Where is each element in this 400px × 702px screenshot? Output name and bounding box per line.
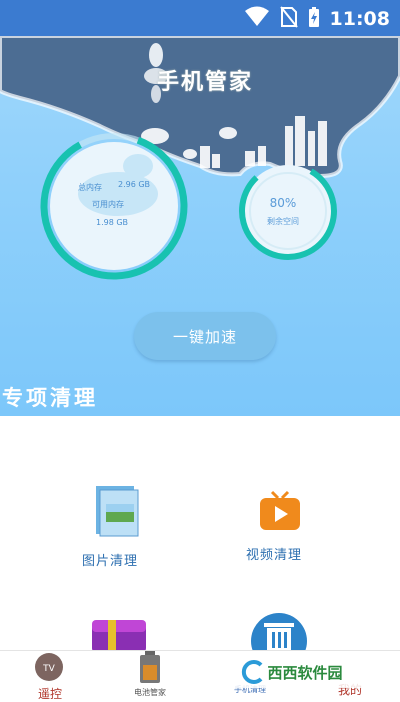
battery-icon (138, 651, 162, 687)
available-memory-label: 可用内存 (92, 200, 124, 209)
tile-photo-label: 图片清理 (82, 554, 139, 569)
svg-text:TV: TV (42, 664, 55, 674)
clock: 11:08 (329, 8, 390, 30)
tv-remote-icon: TV (34, 652, 64, 686)
storage-label: 剩余空间 (267, 217, 299, 226)
no-sim-icon (279, 6, 298, 32)
gallery-icon (92, 484, 140, 542)
nav-battery-label: 电池管家 (134, 688, 166, 697)
watermark-text: 西西软件园 (267, 663, 343, 682)
nav-remote-label: 遥控 (37, 687, 62, 701)
watermark-c-icon (242, 660, 263, 684)
hero-panel: 手机管家 总内存 2.96 GB 可用内存 1.98 GB 80% 剩余空间 一… (0, 36, 400, 416)
nav-remote[interactable]: TV 遥控 (0, 651, 100, 701)
watermark-logo: 西西软件园 (212, 656, 372, 688)
tv-play-icon (258, 490, 302, 536)
available-memory-value: 1.98 GB (96, 218, 129, 227)
status-bar: 11:08 (0, 0, 400, 36)
total-memory-label: 总内存 (78, 183, 102, 192)
storage-percent: 80% (269, 196, 297, 210)
boost-button[interactable]: 一键加速 (134, 312, 276, 360)
tile-video-label: 视频清理 (246, 548, 303, 563)
nav-battery[interactable]: 电池管家 (100, 651, 200, 701)
total-memory-value: 2.96 GB (118, 180, 151, 189)
wifi-icon (244, 6, 270, 32)
battery-charging-icon (308, 6, 320, 32)
section-title: 专项清理 (2, 385, 98, 410)
app-title: 手机管家 (156, 69, 253, 95)
